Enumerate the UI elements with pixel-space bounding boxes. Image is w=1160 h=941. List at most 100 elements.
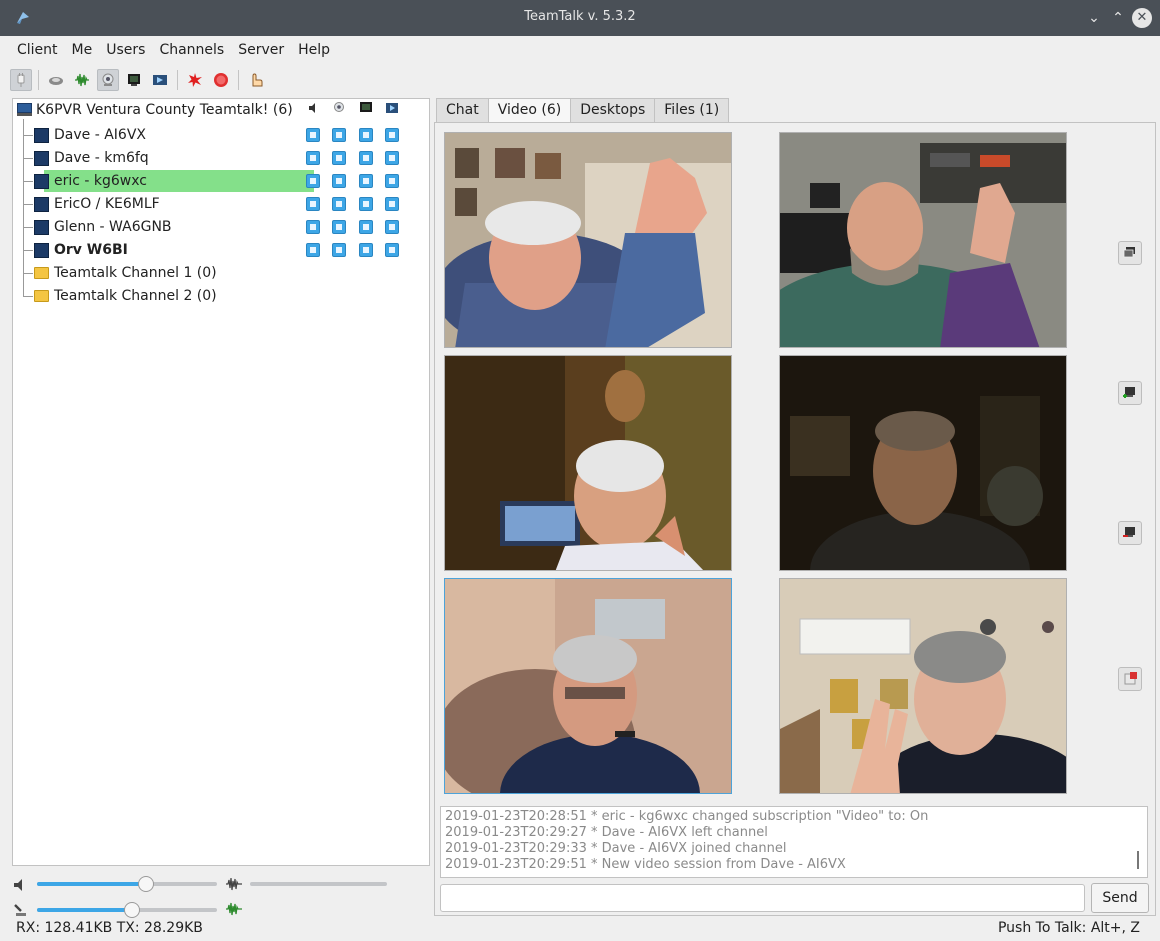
voice-activation-button[interactable] — [45, 69, 67, 91]
menu-bar: Client Me Users Channels Server Help — [0, 38, 337, 64]
menu-channels[interactable]: Channels — [152, 38, 231, 64]
remove-video-button[interactable] — [1118, 521, 1142, 545]
master-volume-slider[interactable] — [138, 876, 154, 892]
webcam-icon — [102, 73, 114, 86]
voice-check[interactable] — [306, 243, 320, 257]
maximize-icon[interactable]: ⌃ — [1108, 8, 1128, 28]
mic-gain-slider[interactable] — [124, 902, 140, 918]
desktop-icon — [360, 102, 372, 112]
remove-video-icon — [1123, 527, 1135, 537]
user-row[interactable]: Glenn - WA6GNB — [13, 216, 429, 238]
desktop-check[interactable] — [359, 197, 373, 211]
video-2[interactable] — [779, 132, 1067, 348]
voice-level-icon — [226, 877, 242, 891]
channel-row[interactable]: Teamtalk Channel 2 (0) — [13, 285, 429, 307]
user-row[interactable]: EricO / KE6MLF — [13, 193, 429, 215]
waveform-icon — [75, 73, 89, 87]
tab-chat[interactable]: Chat — [436, 98, 489, 122]
share-desktop-button[interactable] — [123, 69, 145, 91]
tab-desktops[interactable]: Desktops — [570, 98, 656, 122]
message-input[interactable] — [440, 884, 1085, 912]
video-frame — [445, 133, 731, 347]
connect-button[interactable] — [10, 69, 32, 91]
user-name: Dave - AI6VX — [54, 127, 146, 143]
add-video-button[interactable] — [1118, 381, 1142, 405]
push-to-talk-status: Push To Talk: Alt+, Z — [997, 920, 1140, 936]
desktop-check[interactable] — [359, 220, 373, 234]
video-frame — [780, 579, 1066, 793]
menu-users[interactable]: Users — [99, 38, 152, 64]
menu-client[interactable]: Client — [10, 38, 65, 64]
webcam-button[interactable] — [97, 69, 119, 91]
media-check[interactable] — [385, 243, 399, 257]
menu-me[interactable]: Me — [65, 38, 100, 64]
tab-video[interactable]: Video (6) — [487, 98, 572, 122]
media-check[interactable] — [385, 151, 399, 165]
plug-icon — [17, 73, 25, 87]
media-icon — [386, 103, 398, 113]
channel-tree: K6PVR Ventura County Teamtalk! (6) Dave … — [12, 98, 430, 866]
mute-all-button[interactable] — [184, 69, 206, 91]
media-check[interactable] — [385, 128, 399, 142]
video-frame — [445, 579, 731, 793]
voice-check[interactable] — [306, 128, 320, 142]
media-check[interactable] — [385, 197, 399, 211]
event-log[interactable]: 2019-01-23T20:28:51 * eric - kg6wxc chan… — [440, 806, 1148, 878]
user-row[interactable]: Orv W6BI — [13, 239, 429, 261]
webcam-check[interactable] — [332, 220, 346, 234]
tab-files[interactable]: Files (1) — [654, 98, 730, 122]
desktop-check[interactable] — [359, 174, 373, 188]
desktop-check[interactable] — [359, 243, 373, 257]
video-4[interactable] — [779, 355, 1067, 571]
media-check[interactable] — [385, 174, 399, 188]
menu-server[interactable]: Server — [231, 38, 291, 64]
add-video-icon — [1123, 387, 1135, 398]
voice-check[interactable] — [306, 220, 320, 234]
close-video-button[interactable] — [1118, 667, 1142, 691]
user-icon — [34, 174, 49, 189]
channel-name: Teamtalk Channel 2 (0) — [54, 288, 217, 304]
close-icon[interactable]: ✕ — [1132, 8, 1152, 28]
webcam-check[interactable] — [332, 128, 346, 142]
voice-waveform-button[interactable] — [71, 69, 93, 91]
master-volume-fill — [37, 882, 148, 886]
transfer-status: RX: 128.41KB TX: 28.29KB — [16, 920, 203, 936]
voice-check[interactable] — [306, 197, 320, 211]
log-line: 2019-01-23T20:29:51 * New video session … — [445, 857, 846, 872]
user-name: Dave - km6fq — [54, 150, 149, 166]
webcam-check[interactable] — [332, 197, 346, 211]
folder-icon — [34, 290, 49, 302]
server-row[interactable]: K6PVR Ventura County Teamtalk! (6) — [13, 99, 429, 121]
stream-media-button[interactable] — [149, 69, 171, 91]
video-3[interactable] — [444, 355, 732, 571]
user-name: Orv W6BI — [54, 242, 128, 258]
voice-check[interactable] — [306, 151, 320, 165]
webcam-check[interactable] — [332, 151, 346, 165]
desktop-check[interactable] — [359, 151, 373, 165]
raise-hand-button[interactable] — [245, 69, 267, 91]
record-button[interactable] — [210, 69, 232, 91]
title-bar: TeamTalk v. 5.3.2 ⌄ ⌃ ✕ — [0, 0, 1160, 36]
voice-activation-level-track[interactable] — [250, 882, 387, 886]
detach-video-button[interactable] — [1118, 241, 1142, 265]
menu-help[interactable]: Help — [291, 38, 337, 64]
user-row-selected[interactable]: eric - kg6wxc — [13, 170, 429, 192]
video-6[interactable] — [779, 578, 1067, 794]
channel-row[interactable]: Teamtalk Channel 1 (0) — [13, 262, 429, 284]
voice-check[interactable] — [306, 174, 320, 188]
close-video-icon — [1124, 672, 1137, 685]
media-check[interactable] — [385, 220, 399, 234]
video-5[interactable] — [444, 578, 732, 794]
log-scrollbar[interactable] — [1137, 851, 1139, 869]
user-row[interactable]: Dave - km6fq — [13, 147, 429, 169]
minimize-icon[interactable]: ⌄ — [1084, 8, 1104, 28]
desktop-check[interactable] — [359, 128, 373, 142]
user-row[interactable]: Dave - AI6VX — [13, 124, 429, 146]
video-frame — [780, 133, 1066, 347]
webcam-check[interactable] — [332, 174, 346, 188]
send-button[interactable]: Send — [1091, 883, 1149, 913]
video-1[interactable] — [444, 132, 732, 348]
user-icon — [34, 220, 49, 235]
webcam-check[interactable] — [332, 243, 346, 257]
video-frame — [780, 356, 1066, 570]
